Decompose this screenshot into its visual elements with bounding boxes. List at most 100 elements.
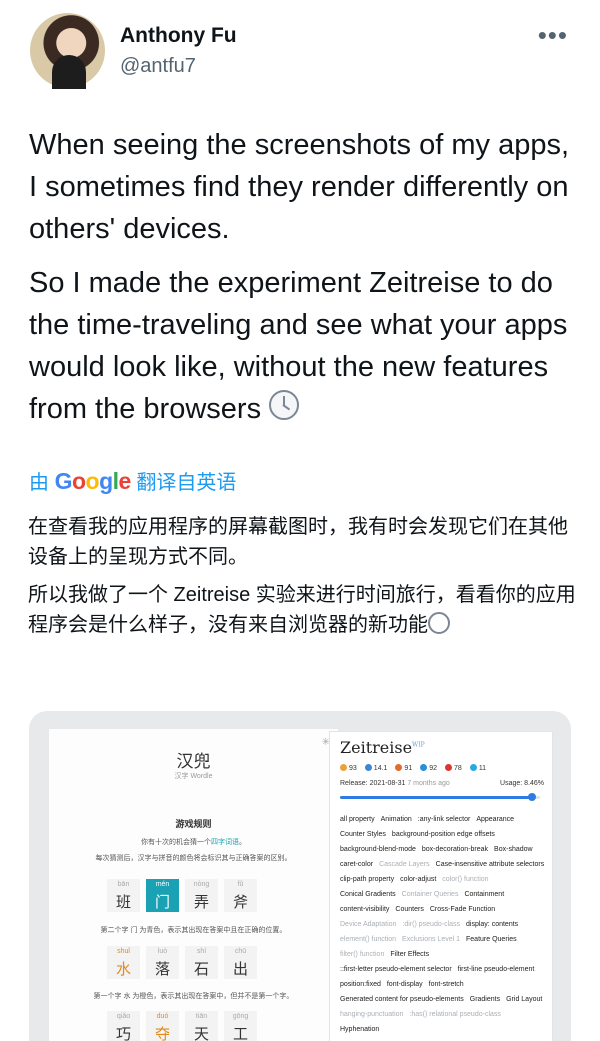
tile-hanzi: 斧 — [232, 894, 248, 911]
tweet-paragraph-1: When seeing the screenshots of my apps, … — [29, 129, 570, 245]
rules-line-4: 第一个字 水 为橙色，表示其出现在答案中，但并不是第一个字。 — [93, 993, 294, 1000]
character-tile: bān 班 — [107, 879, 140, 912]
tile-hanzi: 落 — [154, 961, 170, 978]
feature-item[interactable]: hanging-punctuation — [340, 1007, 403, 1022]
tile-pinyin: fǔ — [237, 881, 244, 888]
feature-item[interactable]: clip-path property — [340, 872, 394, 887]
feature-item[interactable]: position:fixed — [340, 977, 381, 992]
feature-item[interactable]: element() function — [340, 932, 396, 947]
browser-icon — [364, 764, 372, 771]
tile-pinyin: duó — [156, 1013, 169, 1020]
feature-item[interactable]: Containment — [464, 887, 504, 902]
character-tile: chū 出 — [224, 946, 257, 979]
feature-item[interactable]: Container Queries — [402, 887, 459, 902]
rules-line-1: 你有十次的机会猜一个四字词语。 — [141, 839, 246, 846]
tile-pinyin: tiān — [195, 1013, 208, 1020]
feature-item[interactable]: caret-color — [340, 857, 373, 872]
feature-item[interactable]: font-display — [387, 977, 423, 992]
google-logo: Google — [54, 468, 132, 494]
feature-item[interactable]: Appearance — [476, 812, 514, 827]
tile-hanzi: 巧 — [115, 1026, 131, 1041]
feature-item[interactable]: :has() relational pseudo-class — [409, 1007, 500, 1022]
feature-item[interactable]: box-decoration-break — [422, 842, 488, 857]
tile-hanzi: 石 — [193, 961, 209, 978]
app-subtitle: 汉字 Wordle — [174, 773, 213, 780]
browser-version: 78 — [445, 764, 462, 772]
character-tile: gōng 工 — [224, 1011, 257, 1041]
time-slider[interactable] — [340, 793, 540, 801]
feature-item[interactable]: :any-link selector — [418, 812, 471, 827]
feature-item[interactable]: Counters — [395, 902, 423, 917]
feature-item[interactable]: Generated content for pseudo-elements — [340, 992, 464, 1007]
feature-item[interactable]: Exclusions Level 1 — [402, 932, 460, 947]
tile-hanzi: 班 — [115, 894, 131, 911]
feature-item[interactable]: background-position edge offsets — [392, 827, 495, 842]
feature-item[interactable]: color-adjust — [400, 872, 436, 887]
feature-item[interactable]: :dir() pseudo-class — [402, 917, 460, 932]
tile-hanzi: 工 — [232, 1026, 248, 1041]
tile-pinyin: luò — [157, 948, 168, 955]
feature-list: all property Animation :any-link selector A… — [340, 812, 552, 1037]
translated-by-google-link[interactable]: 由 Google 翻译自英语 — [29, 466, 236, 495]
feature-item[interactable]: filter() function — [340, 947, 384, 962]
tile-pinyin: nòng — [193, 881, 210, 888]
avatar[interactable] — [30, 13, 105, 89]
feature-item[interactable]: font-stretch — [429, 977, 464, 992]
tile-pinyin: mén — [155, 881, 170, 888]
character-tile: qiǎo 巧 — [107, 1011, 140, 1041]
tweet-media-image[interactable]: ✳ 汉兜 汉字 Wordle 游戏规则 你有十次的机会猜一个四字词语。 每次猜测… — [29, 711, 571, 1041]
browser-icon — [420, 764, 428, 771]
character-tile: fǔ 斧 — [224, 879, 257, 912]
author-handle[interactable]: @antfu7 — [120, 55, 196, 78]
translation-suffix: 翻译自英语 — [136, 472, 237, 494]
character-tile: shuǐ 水 — [107, 946, 140, 979]
feature-item[interactable]: display: contents — [466, 917, 518, 932]
app-title: 汉兜 — [176, 752, 211, 771]
browser-version: 11 — [469, 764, 486, 772]
author-name[interactable]: Anthony Fu — [120, 24, 237, 48]
browser-icon — [445, 764, 453, 771]
tile-pinyin: bān — [117, 881, 130, 888]
tile-hanzi: 天 — [193, 1026, 209, 1041]
feature-item[interactable]: Gradients — [470, 992, 500, 1007]
feature-item[interactable]: Device Adaptation — [340, 917, 396, 932]
feature-item[interactable]: Conical Gradients — [340, 887, 396, 902]
tweet-header: Anthony Fu @antfu7 ••• — [0, 0, 600, 100]
zeitreise-title: ZeitreiseWIP — [340, 738, 425, 757]
feature-item[interactable]: ::first-letter pseudo-element selector — [340, 962, 452, 977]
feature-item[interactable]: all property — [340, 812, 375, 827]
example-row-1: bān 班 mén 门 nòng 弄 fǔ 斧 — [107, 879, 257, 912]
tile-hanzi: 出 — [232, 961, 248, 978]
tile-hanzi: 夺 — [154, 1026, 170, 1041]
character-tile: shí 石 — [185, 946, 218, 979]
feature-item[interactable]: Animation — [381, 812, 412, 827]
character-tile: tiān 天 — [185, 1011, 218, 1041]
feature-item[interactable]: Cascade Layers — [379, 857, 430, 872]
browser-version: 91 — [395, 764, 412, 772]
feature-item[interactable]: Filter Effects — [390, 947, 429, 962]
feature-item[interactable]: first-line pseudo-element — [458, 962, 535, 977]
character-tile: nòng 弄 — [185, 879, 218, 912]
example-row-3: qiǎo 巧 duó 夺 tiān 天 gōng 工 — [107, 1011, 257, 1041]
slider-handle[interactable] — [528, 793, 536, 801]
feature-item[interactable]: Box-shadow — [494, 842, 533, 857]
feature-item[interactable]: Case-insensitive attribute selectors — [436, 857, 545, 872]
feature-item[interactable]: Hyphenation — [340, 1022, 379, 1037]
feature-item[interactable]: color() function — [442, 872, 488, 887]
browser-icon — [340, 764, 347, 771]
usage-info: Usage: 8.46% — [500, 780, 544, 787]
feature-item[interactable]: Counter Styles — [340, 827, 386, 842]
tile-pinyin: gōng — [232, 1013, 249, 1020]
browser-versions: 93 14.1 91 92 78 11 — [340, 764, 486, 772]
feature-item[interactable]: Cross-Fade Function — [430, 902, 495, 917]
tile-pinyin: qiǎo — [116, 1013, 131, 1020]
feature-item[interactable]: Grid Layout — [506, 992, 542, 1007]
more-horizontal-icon[interactable]: ••• — [538, 20, 568, 51]
tile-pinyin: chū — [234, 948, 247, 955]
feature-item[interactable]: background-blend-mode — [340, 842, 416, 857]
clock-icon — [269, 390, 300, 420]
tweet-paragraph-2: So I made the experiment Zeitreise to do… — [29, 267, 568, 425]
feature-item[interactable]: content-visibility — [340, 902, 389, 917]
feature-item[interactable]: Feature Queries — [466, 932, 517, 947]
zeitreise-panel: ZeitreiseWIP 93 14.1 91 92 78 11 Release: 202… — [329, 731, 553, 1041]
